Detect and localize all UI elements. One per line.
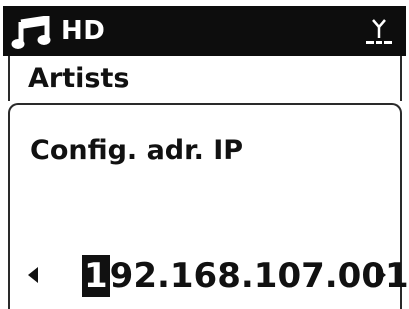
menu-item-label: Artists	[28, 63, 130, 94]
source-label: HD	[61, 16, 106, 46]
ip-address-field[interactable]: 192.168.107.001	[82, 254, 409, 298]
edit-cursor: 1	[82, 255, 110, 297]
status-header: HD	[3, 6, 406, 56]
left-arrow-icon[interactable]	[28, 267, 38, 283]
menu-item-artists[interactable]: Artists	[8, 56, 402, 101]
right-arrow-icon[interactable]	[376, 267, 386, 283]
antenna-signal-icon	[366, 19, 392, 44]
ip-config-panel: Config. adr. IP 192.168.107.001	[8, 103, 409, 309]
music-note-icon	[11, 16, 51, 49]
panel-title: Config. adr. IP	[30, 135, 244, 166]
ip-address-value: 92.168.107.001	[109, 256, 409, 296]
